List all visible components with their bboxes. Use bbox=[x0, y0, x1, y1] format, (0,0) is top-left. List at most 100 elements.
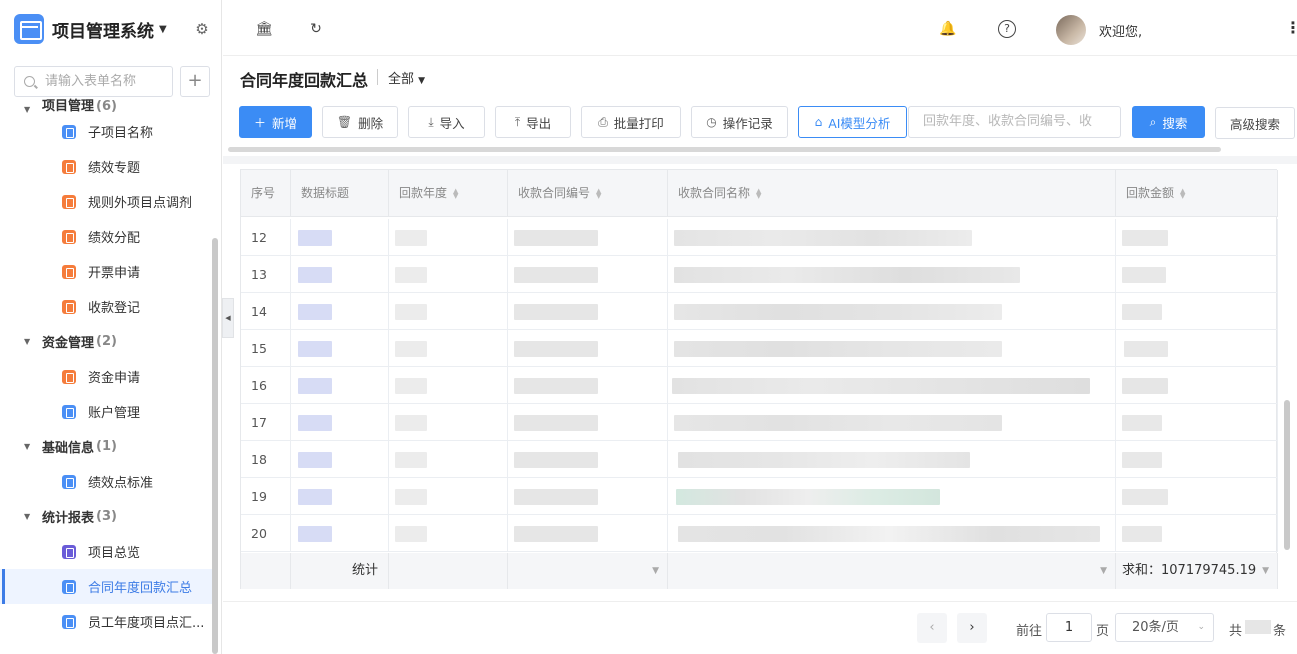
nav-item-performance-topic[interactable]: 绩效专题 bbox=[0, 149, 212, 184]
row-index: 18 bbox=[241, 441, 291, 478]
redacted-text bbox=[514, 415, 598, 431]
redacted-text bbox=[674, 267, 1020, 283]
nav-item-standard[interactable]: 绩效点标准 bbox=[0, 464, 212, 499]
nav-item-performance-allocation[interactable]: 绩效分配 bbox=[0, 219, 212, 254]
sort-icon[interactable]: ▲ ▼ bbox=[756, 187, 761, 199]
sort-icon[interactable]: ▲ ▼ bbox=[453, 187, 458, 199]
keyword-search-input[interactable]: 回款年度、收款合同编号、收 bbox=[908, 106, 1121, 138]
bank-icon[interactable]: 🏛 bbox=[255, 20, 273, 38]
nav-item-adjust[interactable]: 规则外项目点调剂 bbox=[0, 184, 212, 219]
nav-group-basic[interactable]: ▼ 基础信息 (1) bbox=[0, 429, 212, 464]
redacted-text bbox=[1122, 230, 1168, 246]
form-icon bbox=[62, 404, 76, 419]
nav-item-subproject[interactable]: 子项目名称 bbox=[0, 114, 212, 149]
nav-item-fund-request[interactable]: 资金申请 bbox=[0, 359, 212, 394]
nav-item-overview[interactable]: 项目总览 bbox=[0, 534, 212, 569]
row-index: 17 bbox=[241, 404, 291, 441]
nav-item-contract-summary[interactable]: 合同年度回款汇总 bbox=[0, 569, 212, 604]
nav-group-count: (6) bbox=[96, 99, 117, 114]
page-number-input[interactable]: 1 bbox=[1046, 613, 1092, 642]
form-icon bbox=[62, 229, 76, 244]
nav-group-reports[interactable]: ▼ 统计报表 (3) bbox=[0, 499, 212, 534]
table-row[interactable]: 13 bbox=[241, 256, 1278, 293]
sort-icon[interactable]: ▲ ▼ bbox=[596, 187, 601, 199]
bell-icon[interactable]: 🔔 bbox=[939, 20, 957, 38]
table-row[interactable]: 18 bbox=[241, 441, 1278, 478]
export-button[interactable]: ⤒ 导出 bbox=[495, 106, 571, 138]
nav-group-funds[interactable]: ▼ 资金管理 (2) bbox=[0, 324, 212, 359]
cell-contract-no bbox=[508, 293, 668, 330]
new-button[interactable]: ＋ 新增 bbox=[239, 106, 312, 138]
nav-item-label: 资金申请 bbox=[88, 371, 141, 386]
gear-icon[interactable]: ⚙ bbox=[194, 21, 210, 37]
add-form-button[interactable]: + bbox=[180, 66, 210, 97]
table-row[interactable]: 15 bbox=[241, 330, 1278, 367]
prev-page-button[interactable]: ‹ bbox=[917, 613, 947, 643]
sort-icon[interactable]: ▲ ▼ bbox=[1180, 187, 1185, 199]
sidebar-scrollbar[interactable] bbox=[212, 238, 218, 654]
redacted-text bbox=[514, 341, 598, 357]
cell-contract-name bbox=[668, 515, 1116, 552]
avatar[interactable] bbox=[1056, 15, 1086, 45]
advanced-search-button[interactable]: 高级搜索 bbox=[1215, 107, 1295, 139]
footer-agg-select[interactable]: ▼ bbox=[508, 553, 668, 589]
help-icon[interactable]: ? bbox=[998, 20, 1016, 38]
redacted-text bbox=[1124, 341, 1168, 357]
redacted-text bbox=[1122, 526, 1162, 542]
ai-analysis-button[interactable]: ⌂ AI模型分析 bbox=[798, 106, 907, 138]
cell-title bbox=[291, 330, 389, 367]
form-search-input[interactable]: 请输入表单名称 bbox=[14, 66, 173, 97]
page-size-select[interactable]: 20条/页 ⌄ bbox=[1115, 613, 1214, 642]
col-header-contract-name[interactable]: 收款合同名称 ▲ ▼ bbox=[668, 170, 1116, 217]
col-header-amount[interactable]: 回款金额 ▲ ▼ bbox=[1116, 170, 1278, 217]
redacted-text bbox=[514, 452, 598, 468]
redacted-text bbox=[298, 267, 332, 283]
nav-group-label: 资金管理 bbox=[42, 336, 95, 351]
next-page-button[interactable]: › bbox=[957, 613, 987, 643]
row-index: 16 bbox=[241, 367, 291, 404]
footer-agg-select[interactable]: ▼ bbox=[668, 553, 1116, 589]
table-row[interactable]: 17 bbox=[241, 404, 1278, 441]
col-header-label: 回款年度 bbox=[399, 186, 448, 200]
nav-item-accounts[interactable]: 账户管理 bbox=[0, 394, 212, 429]
delete-button[interactable]: 🗑 删除 bbox=[322, 106, 398, 138]
refresh-icon[interactable]: ↻ bbox=[307, 20, 325, 38]
data-table: 序号 数据标题 回款年度 ▲ ▼ 收款合同编号 ▲ ▼ 收款合同名称 ▲ ▼ 回款金额 ▲ ▼ … bbox=[240, 169, 1278, 589]
plus-icon: ＋ bbox=[253, 115, 266, 130]
row-index: 13 bbox=[241, 256, 291, 293]
advanced-search-label: 高级搜索 bbox=[1229, 116, 1280, 132]
view-filter-label: 全部 bbox=[388, 72, 415, 87]
redacted-text bbox=[298, 452, 332, 468]
redacted-text bbox=[395, 267, 427, 283]
table-scrollbar[interactable] bbox=[1284, 400, 1290, 550]
cell-contract-name bbox=[668, 478, 1116, 515]
cell-contract-name bbox=[668, 293, 1116, 330]
caret-down-icon: ▼ bbox=[1100, 566, 1107, 576]
batch-print-button[interactable]: ⎙ 批量打印 bbox=[581, 106, 681, 138]
redacted-text bbox=[514, 378, 598, 394]
collapse-sidebar-icon[interactable]: ◀ bbox=[222, 298, 234, 338]
footer-sum-select[interactable]: 求和：107179745.19 ▼ bbox=[1116, 553, 1278, 589]
table-row[interactable]: 14 bbox=[241, 293, 1278, 330]
search-button[interactable]: ⌕ 搜索 bbox=[1132, 106, 1205, 138]
nav-tree: ▼ 项目管理 (6) 子项目名称 绩效专题 规则外项目点调剂 绩效分配 开票申请… bbox=[0, 99, 212, 639]
operation-log-button[interactable]: ◷ 操作记录 bbox=[691, 106, 788, 138]
nav-item-receipt[interactable]: 收款登记 bbox=[0, 289, 212, 324]
more-vertical-icon[interactable]: ⋮ bbox=[1285, 18, 1297, 37]
redacted-text bbox=[674, 304, 1002, 320]
cell-title bbox=[291, 404, 389, 441]
page-title: 合同年度回款汇总 bbox=[240, 71, 369, 90]
table-row[interactable]: 12 bbox=[241, 219, 1278, 256]
toolbar-scrollbar[interactable] bbox=[228, 147, 1221, 152]
table-row[interactable]: 20 bbox=[241, 515, 1278, 552]
import-button[interactable]: ⤓ 导入 bbox=[408, 106, 485, 138]
app-brand[interactable]: 项目管理系统 ▼ bbox=[14, 14, 167, 44]
col-header-year[interactable]: 回款年度 ▲ ▼ bbox=[389, 170, 508, 217]
nav-item-invoice[interactable]: 开票申请 bbox=[0, 254, 212, 289]
col-header-contract-no[interactable]: 收款合同编号 ▲ ▼ bbox=[508, 170, 668, 217]
table-row[interactable]: 19 bbox=[241, 478, 1278, 515]
table-row[interactable]: 16 bbox=[241, 367, 1278, 404]
nav-item-employee-summary[interactable]: 员工年度项目点汇... bbox=[0, 604, 212, 639]
view-filter-select[interactable]: 全部 ▼ bbox=[388, 68, 425, 87]
nav-group-project[interactable]: ▼ 项目管理 (6) bbox=[0, 96, 212, 114]
